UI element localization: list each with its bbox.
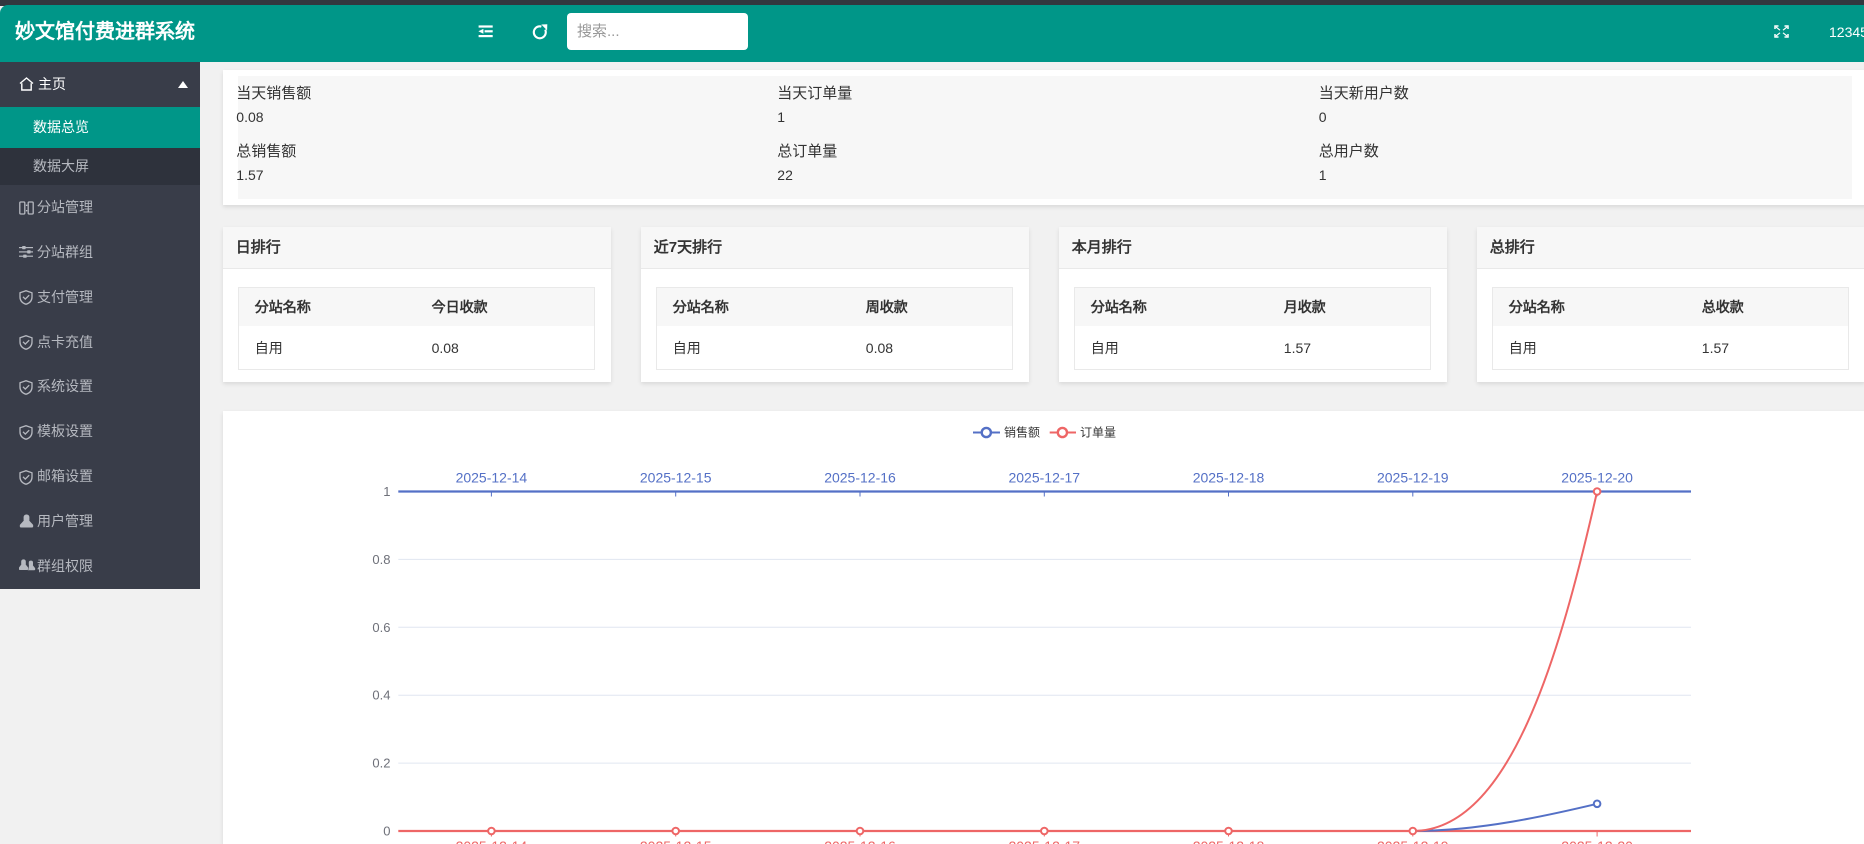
svg-text:0.6: 0.6 <box>372 620 390 635</box>
svg-text:销售额: 销售额 <box>1004 425 1040 440</box>
svg-text:2025-12-19: 2025-12-19 <box>1377 469 1449 485</box>
svg-text:2025-12-16: 2025-12-16 <box>824 469 896 485</box>
svg-text:2025-12-18: 2025-12-18 <box>1193 838 1265 844</box>
svg-text:2025-12-14: 2025-12-14 <box>456 838 528 844</box>
svg-text:2025-12-14: 2025-12-14 <box>456 469 528 485</box>
svg-text:0.8: 0.8 <box>372 552 390 567</box>
svg-text:2025-12-20: 2025-12-20 <box>1561 838 1633 844</box>
svg-text:2025-12-20: 2025-12-20 <box>1561 469 1633 485</box>
svg-text:0.2: 0.2 <box>372 756 390 771</box>
svg-text:2025-12-15: 2025-12-15 <box>640 469 712 485</box>
svg-text:2025-12-16: 2025-12-16 <box>824 838 896 844</box>
svg-text:2025-12-18: 2025-12-18 <box>1193 469 1265 485</box>
svg-text:2025-12-17: 2025-12-17 <box>1008 838 1080 844</box>
svg-text:2025-12-15: 2025-12-15 <box>640 838 712 844</box>
svg-text:订单量: 订单量 <box>1080 426 1116 440</box>
svg-text:0: 0 <box>383 824 390 839</box>
svg-text:1: 1 <box>383 484 390 499</box>
svg-text:2025-12-19: 2025-12-19 <box>1377 838 1449 844</box>
svg-text:0.4: 0.4 <box>372 688 390 703</box>
svg-text:2025-12-17: 2025-12-17 <box>1008 469 1080 485</box>
